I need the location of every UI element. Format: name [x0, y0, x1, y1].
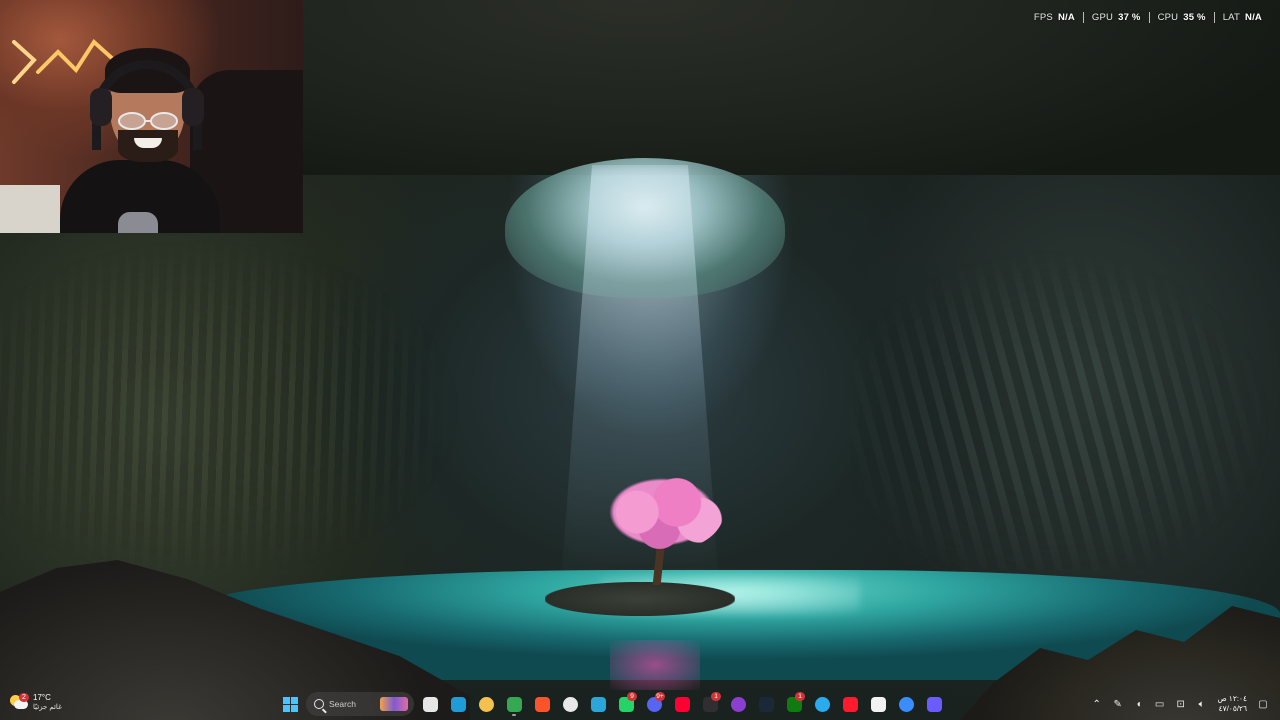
chevron-up-icon[interactable]: ⌃ — [1088, 692, 1106, 716]
pen-app-button[interactable] — [894, 692, 918, 716]
gpu-metric: GPU 37 % — [1082, 12, 1149, 23]
telegram-icon — [814, 696, 830, 712]
clock-date: ٤٧/٠٥/٢٦ — [1218, 704, 1247, 713]
fps-label: FPS — [1033, 12, 1053, 23]
xbox-badge: 1 — [795, 692, 805, 701]
steam-button[interactable] — [754, 692, 778, 716]
volume-icon[interactable]: 🔈︎ — [1193, 692, 1211, 716]
weather-condition: غائم جزئيًا — [33, 704, 62, 711]
chrome-icon — [506, 696, 522, 712]
telegram-button[interactable] — [810, 692, 834, 716]
pen-icon — [898, 696, 914, 712]
photos-button[interactable] — [586, 692, 610, 716]
search-placeholder: Search — [329, 699, 356, 709]
taskbar-apps: Search 9 9+ 1 1 — [278, 692, 946, 716]
capcut-button[interactable] — [866, 692, 890, 716]
headset-cup-right — [182, 88, 204, 126]
opera-button[interactable] — [838, 692, 862, 716]
microphone-icon — [118, 212, 158, 233]
opera-icon — [842, 696, 858, 712]
weather-badge: 2 — [19, 692, 29, 702]
folder-icon — [478, 696, 494, 712]
start-button[interactable] — [278, 692, 302, 716]
cpu-value: 35 % — [1183, 12, 1206, 23]
obs-badge: 1 — [711, 692, 721, 701]
cave-wall-left — [0, 240, 480, 570]
brave-icon — [534, 696, 550, 712]
purple-app-icon — [730, 696, 746, 712]
search-highlight-icon — [380, 697, 408, 711]
glasses-icon — [118, 112, 178, 130]
webcam-overlay — [0, 0, 303, 233]
task-view-icon — [422, 696, 438, 712]
display-icon[interactable]: ▭ — [1151, 692, 1169, 716]
steam-icon — [758, 696, 774, 712]
cpu-label: CPU — [1157, 12, 1179, 23]
shelf — [0, 185, 60, 233]
whatsapp-button[interactable]: 9 — [614, 692, 638, 716]
lat-label: LAT — [1222, 12, 1241, 23]
chrome-button[interactable] — [502, 692, 526, 716]
gpu-label: GPU — [1091, 12, 1114, 23]
windows-logo-icon — [282, 696, 298, 712]
search-icon — [314, 699, 324, 709]
xbox-button[interactable]: 1 — [782, 692, 806, 716]
weather-temperature: 17°C — [33, 693, 51, 702]
network-icon[interactable]: ⊡ — [1172, 692, 1190, 716]
pink-tree — [600, 472, 724, 552]
pinned-apps: 9 9+ 1 1 — [418, 692, 946, 716]
file-explorer-button[interactable] — [474, 692, 498, 716]
photos-icon — [590, 696, 606, 712]
clock[interactable]: ١٢:٠٤ ص ٤٧/٠٥/٢٦ — [1214, 694, 1251, 714]
youtube-button[interactable] — [670, 692, 694, 716]
streamer — [60, 40, 220, 233]
headset-cup-left — [90, 88, 112, 126]
capcut-icon — [870, 696, 886, 712]
fps-value: N/A — [1057, 12, 1075, 23]
copilot-button[interactable] — [922, 692, 946, 716]
discord-button[interactable]: 9+ — [642, 692, 666, 716]
edge-icon — [450, 696, 466, 712]
obs-button[interactable]: 1 — [698, 692, 722, 716]
microsoft-store-button[interactable] — [558, 692, 582, 716]
lat-metric: LAT N/A — [1213, 12, 1270, 23]
running-indicator — [512, 714, 516, 716]
clock-time: ١٢:٠٤ ص — [1217, 694, 1247, 703]
search-box[interactable]: Search — [306, 692, 414, 716]
rock-island — [545, 582, 735, 616]
lat-value: N/A — [1245, 12, 1262, 23]
task-view-button[interactable] — [418, 692, 442, 716]
notification-icon[interactable]: ▢ — [1254, 692, 1272, 716]
gpu-value: 37 % — [1118, 12, 1141, 23]
brave-button[interactable] — [530, 692, 554, 716]
tree-reflection — [610, 640, 700, 690]
store-icon — [562, 696, 578, 712]
cave-wall-right — [850, 250, 1280, 570]
cpu-metric: CPU 35 % — [1148, 12, 1214, 23]
edge-button[interactable] — [446, 692, 470, 716]
whatsapp-badge: 9 — [627, 692, 637, 701]
partly-cloudy-icon: 2 — [10, 692, 29, 711]
fps-metric: FPS N/A — [1026, 12, 1083, 23]
copilot-icon — [926, 696, 942, 712]
weather-text: 17°C غائم جزئيًا — [33, 693, 62, 712]
system-tray: ⌃ ✎ ◖ ▭ ⊡ 🔈︎ ١٢:٠٤ ص ٤٧/٠٥/٢٦ ▢ — [1088, 692, 1272, 716]
weather-widget[interactable]: 2 17°C غائم جزئيًا — [10, 692, 62, 712]
taskbar: 2 17°C غائم جزئيًا Search 9 9+ 1 1 ⌃ ✎ ◖ ▭ … — [0, 688, 1280, 720]
youtube-icon — [674, 696, 690, 712]
notes-button[interactable] — [726, 692, 750, 716]
pen-tray-icon[interactable]: ✎ — [1109, 692, 1127, 716]
performance-overlay: FPS N/A GPU 37 % CPU 35 % LAT N/A — [1026, 12, 1270, 23]
discord-badge: 9+ — [655, 692, 665, 701]
security-tray-icon[interactable]: ◖ — [1130, 692, 1148, 716]
